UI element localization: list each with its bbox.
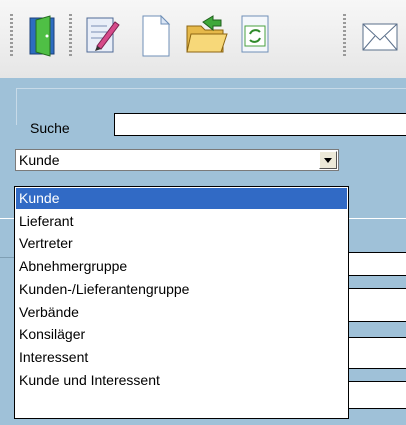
dropdown-option-kunden-lieferantengruppe[interactable]: Kunden-/Lieferantengruppe [16, 279, 347, 300]
envelope-icon[interactable] [357, 12, 403, 60]
toolbar-separator [69, 14, 72, 58]
form-field[interactable] [348, 337, 406, 369]
dropdown-option-kunde-und-interessent[interactable]: Kunde und Interessent [16, 370, 347, 391]
dropdown-option-lieferant[interactable]: Lieferant [16, 211, 347, 232]
dropdown-option-interessent[interactable]: Interessent [16, 347, 347, 368]
exit-door-icon[interactable] [20, 12, 66, 60]
new-document-icon[interactable] [133, 12, 179, 60]
dropdown-option-vertreter[interactable]: Vertreter [16, 233, 347, 254]
form-field[interactable] [348, 288, 406, 322]
type-select-dropdown: Kunde Lieferant Vertreter Abnehmergruppe… [14, 186, 349, 419]
type-select[interactable]: Kunde [15, 149, 339, 171]
toolbar [0, 0, 406, 78]
form-field[interactable] [348, 381, 406, 409]
open-folder-icon[interactable] [183, 12, 229, 60]
search-label: Suche [30, 120, 70, 136]
toolbar-separator [343, 14, 346, 58]
chevron-down-icon[interactable] [319, 151, 337, 169]
type-select-value: Kunde [19, 152, 60, 168]
dropdown-option-verbaende[interactable]: Verbände [16, 302, 347, 323]
dropdown-option-abnehmergruppe[interactable]: Abnehmergruppe [16, 256, 347, 277]
search-input[interactable] [114, 113, 406, 136]
dropdown-option-konsilaeger[interactable]: Konsiläger [16, 324, 347, 345]
toolbar-grip[interactable] [10, 14, 13, 58]
edit-document-icon[interactable] [79, 12, 125, 60]
form-field[interactable] [348, 252, 406, 276]
refresh-document-icon[interactable] [232, 12, 278, 60]
dropdown-option-kunde[interactable]: Kunde [16, 188, 347, 209]
